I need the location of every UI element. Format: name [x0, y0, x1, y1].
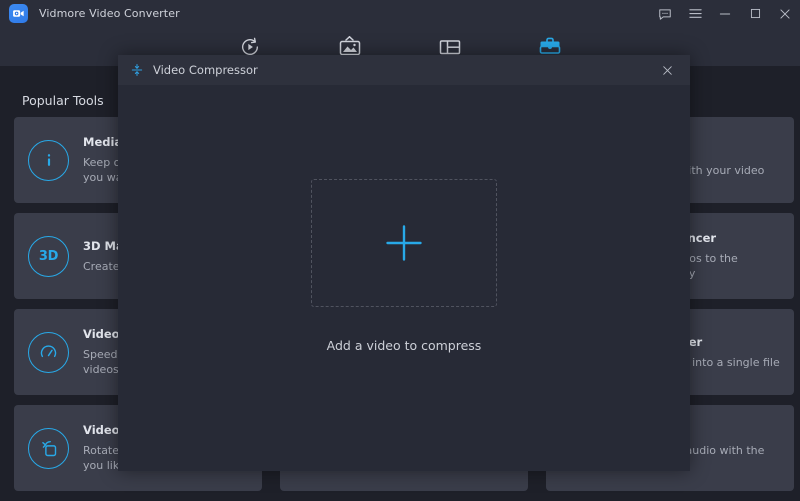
speedometer-icon: [28, 332, 69, 373]
info-circle-icon: [28, 140, 69, 181]
maximize-icon[interactable]: [740, 0, 770, 27]
window-controls: [650, 0, 800, 27]
dialog-body: Add a video to compress: [118, 85, 690, 471]
add-video-dropzone[interactable]: [311, 179, 497, 307]
section-title: Popular Tools: [22, 93, 104, 108]
application-window: Vidmore Video Converter: [0, 0, 800, 501]
compress-icon: [130, 63, 144, 77]
video-compressor-dialog: Video Compressor Add a video to compress: [118, 55, 690, 471]
dialog-header: Video Compressor: [118, 55, 690, 85]
close-icon[interactable]: [770, 0, 800, 27]
dialog-title: Video Compressor: [153, 63, 258, 77]
app-title: Vidmore Video Converter: [39, 7, 180, 20]
3d-label: 3D: [39, 249, 58, 264]
menu-icon[interactable]: [680, 0, 710, 27]
title-bar: Vidmore Video Converter: [0, 0, 800, 27]
minimize-icon[interactable]: [710, 0, 740, 27]
rotate-icon: [28, 428, 69, 469]
app-logo-icon: [9, 4, 28, 23]
close-icon[interactable]: [652, 55, 682, 85]
plus-icon: [382, 221, 426, 265]
3d-icon: 3D: [28, 236, 69, 277]
feedback-icon[interactable]: [650, 0, 680, 27]
dropzone-label: Add a video to compress: [327, 338, 482, 353]
